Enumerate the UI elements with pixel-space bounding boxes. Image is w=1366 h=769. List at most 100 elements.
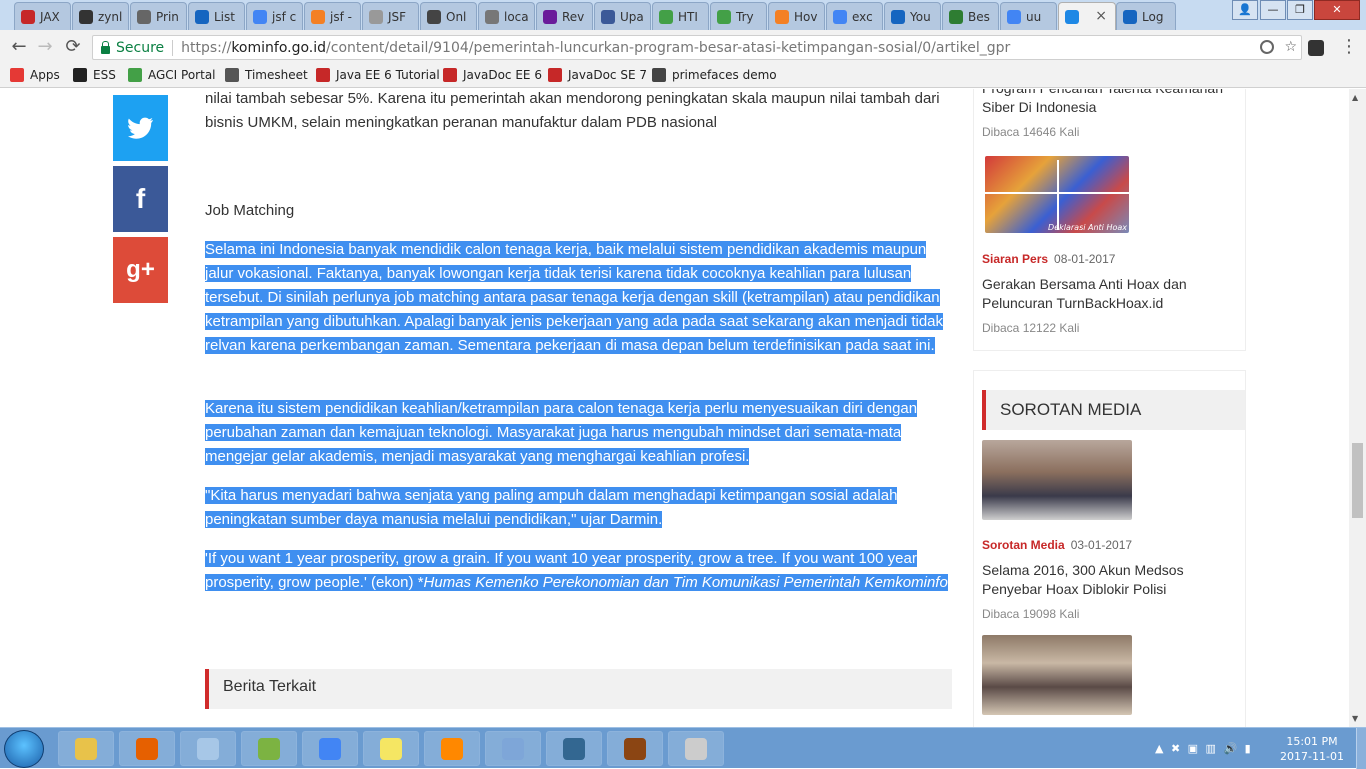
tab[interactable]: exc — [826, 2, 883, 30]
star-icon[interactable]: ☆ — [1284, 39, 1297, 55]
page-scrollbar[interactable] — [1349, 89, 1366, 727]
apps-grid-icon — [10, 68, 24, 82]
tab-close-icon[interactable]: × — [1095, 8, 1107, 24]
article-subheading: Job Matching — [205, 202, 295, 219]
tab[interactable]: jsf c — [246, 2, 303, 30]
favicon-icon — [1123, 9, 1137, 24]
start-button[interactable] — [4, 730, 44, 768]
category-badge[interactable]: Siaran Pers — [982, 252, 1048, 266]
taskbar-app[interactable] — [424, 731, 480, 766]
system-clock[interactable]: 15:01 PM 2017-11-01 — [1276, 734, 1348, 764]
tab[interactable]: List — [188, 2, 245, 30]
tab[interactable]: Hov — [768, 2, 825, 30]
taskbar-app[interactable] — [180, 731, 236, 766]
back-button[interactable]: ← — [8, 36, 30, 58]
news-thumbnail-image[interactable]: Deklarasi Anti Hoax — [985, 156, 1129, 233]
maximize-button[interactable]: ❐ — [1287, 0, 1313, 20]
favicon-icon — [195, 9, 209, 24]
tab[interactable]: Rev — [536, 2, 593, 30]
extension-icon[interactable] — [1308, 40, 1324, 56]
bookmark-label: Apps — [30, 68, 60, 82]
taskbar-app[interactable] — [668, 731, 724, 766]
tab[interactable]: Log — [1116, 2, 1176, 30]
tab[interactable]: loca — [478, 2, 535, 30]
tab[interactable]: Bes — [942, 2, 999, 30]
bookmark-item[interactable]: Apps — [10, 68, 60, 82]
favicon-icon — [833, 9, 847, 24]
bookmark-label: ESS — [93, 68, 116, 82]
forward-button[interactable]: → — [34, 36, 56, 58]
tab-label: Onl — [446, 9, 467, 24]
tab[interactable]: HTI — [652, 2, 709, 30]
taskbar-app[interactable] — [607, 731, 663, 766]
sidebar-item-0[interactable]: Program Pencarian Talenta Keamanan Siber… — [982, 89, 1237, 139]
selected-text: Karena itu sistem pendidikan keahlian/ke… — [205, 400, 918, 465]
tab-label: Log — [1142, 9, 1164, 24]
tab-label: JSF — [388, 9, 407, 24]
bookmark-item[interactable]: AGCI Portal — [128, 68, 216, 82]
page-viewport: f g+ nilai tambah sebesar 5%. Karena itu… — [0, 89, 1349, 727]
tab[interactable]: jsf - — [304, 2, 361, 30]
tray-icons[interactable]: ▲ ✖ ▣ ▥ 🔊 ▮ — [1155, 742, 1253, 755]
tab[interactable]: Prin — [130, 2, 187, 30]
tab[interactable]: You — [884, 2, 941, 30]
article-top-paragraph: nilai tambah sebesar 5%. Karena itu peme… — [205, 90, 940, 131]
taskbar-app[interactable] — [302, 731, 358, 766]
minimize-button[interactable]: — — [1260, 0, 1286, 20]
taskbar-app[interactable] — [363, 731, 419, 766]
category-badge[interactable]: Sorotan Media — [982, 538, 1065, 552]
taskbar-app[interactable] — [58, 731, 114, 766]
sidebar-item-2[interactable]: Sorotan Media 03-01-2017 Selama 2016, 300… — [982, 536, 1237, 621]
news-thumbnail-image[interactable] — [982, 635, 1132, 715]
tab[interactable]: JAX — [14, 2, 71, 30]
tab-label: Hov — [794, 9, 818, 24]
tab[interactable]: Try — [710, 2, 767, 30]
sidebar-item-1[interactable]: Siaran Pers 08-01-2017 Gerakan Bersama An… — [982, 250, 1237, 335]
photo-icon — [502, 737, 524, 760]
tab[interactable]: Upa — [594, 2, 651, 30]
taskbar-app[interactable] — [241, 731, 297, 766]
sidebar-item-title[interactable]: Program Pencarian Talenta Keamanan Siber… — [982, 89, 1237, 117]
sidebar-item-title[interactable]: Selama 2016, 300 Akun Medsos Penyebar Ho… — [982, 561, 1237, 599]
bookmark-item[interactable]: JavaDoc EE 6 — [443, 68, 542, 82]
taskbar-app[interactable] — [119, 731, 175, 766]
tab-label: Rev — [562, 9, 585, 24]
news-thumbnail-image[interactable] — [982, 440, 1132, 520]
menu-icon[interactable]: ⋮ — [1340, 36, 1358, 57]
twitter-share-button[interactable] — [113, 95, 168, 161]
taskbar-app[interactable] — [546, 731, 602, 766]
favicon-icon — [311, 9, 325, 24]
scroll-up-icon[interactable]: ▲ — [1352, 93, 1358, 102]
reload-button[interactable]: ⟳ — [62, 36, 84, 58]
scroll-down-icon[interactable]: ▼ — [1352, 714, 1358, 723]
taskbar-app[interactable] — [485, 731, 541, 766]
tab[interactable]: × — [1058, 2, 1116, 31]
bookmark-item[interactable]: primefaces demo — [652, 68, 777, 82]
tab[interactable]: uu — [1000, 2, 1057, 30]
favicon-icon — [1065, 10, 1079, 24]
tab[interactable]: Onl — [420, 2, 477, 30]
tab-label: exc — [852, 9, 873, 24]
lock-icon — [101, 40, 110, 54]
bookmark-item[interactable]: JavaDoc SE 7 — [548, 68, 647, 82]
facebook-share-button[interactable]: f — [113, 166, 168, 232]
favicon-icon — [949, 9, 963, 24]
bookmark-label: JavaDoc SE 7 — [568, 68, 647, 82]
bookmark-item[interactable]: ESS — [73, 68, 116, 82]
scrollbar-thumb[interactable] — [1352, 443, 1363, 518]
show-desktop-button[interactable] — [1356, 728, 1366, 769]
tab[interactable]: JSF — [362, 2, 419, 30]
explorer-icon — [75, 737, 97, 760]
window-close-button[interactable]: ✕ — [1314, 0, 1360, 20]
user-icon[interactable]: 👤 — [1232, 0, 1258, 20]
tab-label: JAX — [40, 9, 60, 24]
cookie-icon[interactable] — [1260, 40, 1274, 54]
address-bar[interactable]: Secure https:// kominfo.go.id /content/d… — [92, 35, 1302, 60]
tab-label: Try — [736, 9, 754, 24]
tab[interactable]: zynl — [72, 2, 129, 30]
bookmark-item[interactable]: Timesheet — [225, 68, 308, 82]
googleplus-share-button[interactable]: g+ — [113, 237, 168, 303]
bookmark-item[interactable]: Java EE 6 Tutorial — [316, 68, 440, 82]
sidebar-item-title[interactable]: Gerakan Bersama Anti Hoax dan Peluncuran… — [982, 275, 1237, 313]
oracle-icon — [548, 68, 562, 82]
